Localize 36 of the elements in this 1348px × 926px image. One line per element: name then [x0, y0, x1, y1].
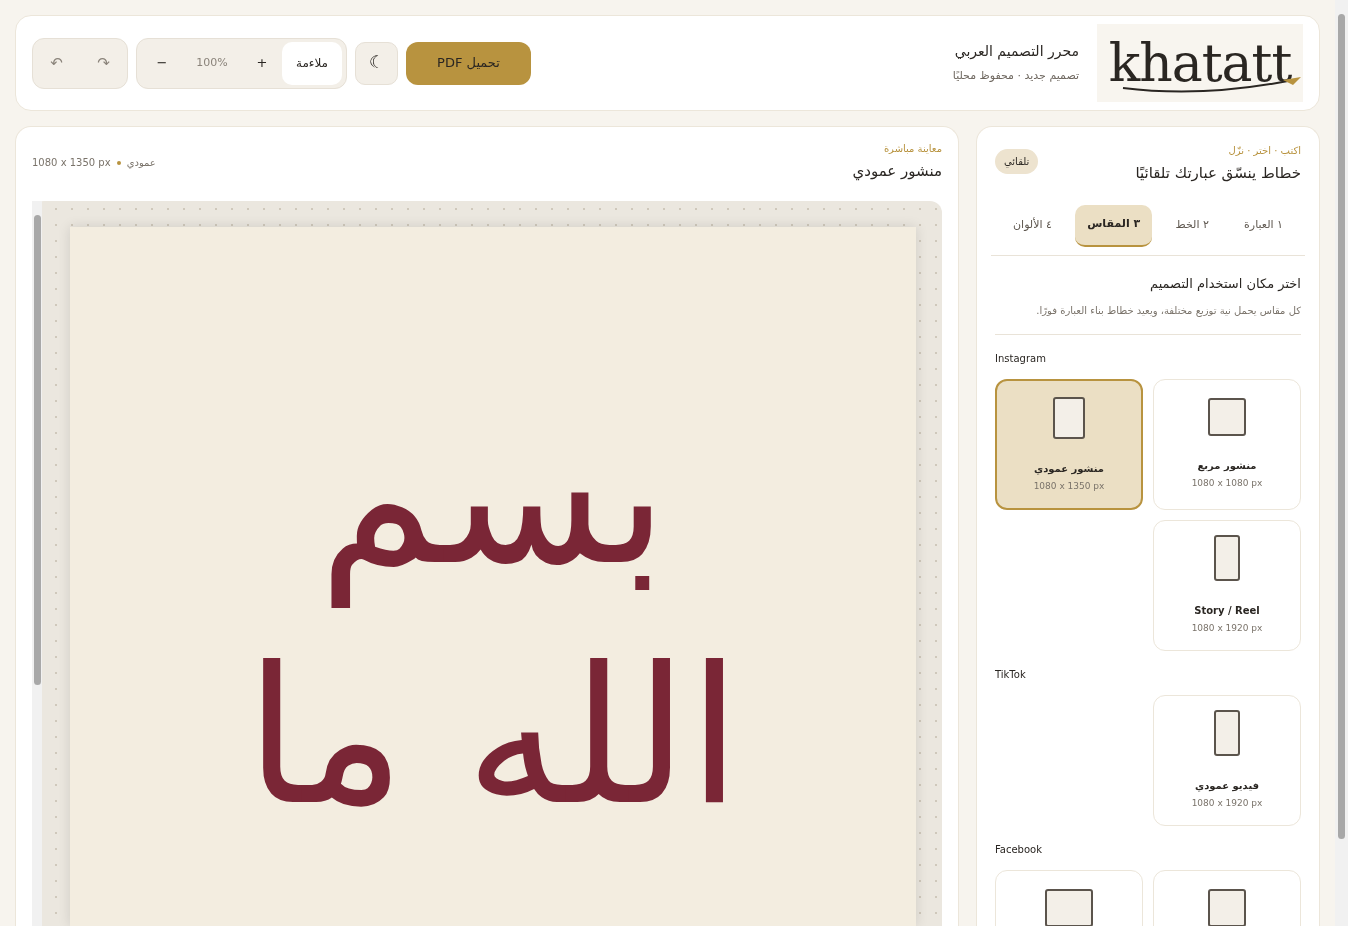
step-tab[interactable]: ٣ المقاس [1075, 204, 1153, 247]
section-title: اختر مكان استخدام التصميم [1149, 274, 1301, 293]
step-tab[interactable]: ٢ الخط [1163, 204, 1221, 247]
format-size: 1080 x 1920 px [1191, 797, 1263, 810]
eyebrow-text: معاينة مباشرة [882, 142, 942, 156]
design-text: بسم [318, 384, 668, 610]
group-label: Instagram [995, 352, 1047, 366]
fit-button[interactable]: ملاءمة [282, 41, 342, 85]
zoom-level: 100% [195, 54, 229, 71]
preview-title: منشور عمودي [852, 161, 942, 183]
format-size: 1080 x 1920 px [1191, 622, 1263, 635]
mode-badge: تلقائي [995, 149, 1039, 174]
eyebrow-text: اكتب · اختر · نزّل [1227, 144, 1301, 158]
group-label: Facebook [995, 843, 1043, 857]
format-size: 1080 x 1080 px [1191, 477, 1263, 490]
format-label: Story / Reel [1194, 604, 1260, 618]
format-card[interactable]: Story / Reel 1080 x 1920 px [1153, 520, 1301, 651]
format-label: منشور عمودي [1033, 462, 1105, 476]
format-size: 1080 x 1350 px [1033, 480, 1105, 493]
app-title: محرر التصميم العربي [953, 42, 1079, 62]
zoom-out-button[interactable]: − [144, 41, 180, 85]
format-label: فيديو عمودي [1195, 779, 1259, 793]
step-tab[interactable]: ١ العبارة [1232, 204, 1295, 247]
group-label: TikTok [995, 668, 1027, 682]
theme-toggle-button[interactable]: ☾ [355, 41, 398, 85]
app-subtitle: تصميم جديد · محفوظ محليًا [952, 68, 1079, 85]
logo: khatatt [1097, 24, 1303, 102]
format-label: منشور مربع [1197, 459, 1257, 473]
design-text: الله ما [245, 624, 741, 849]
panel-title: خطاط ينسّق عبارتك تلقائيًا [1135, 163, 1301, 184]
orientation-label: عمودي [126, 156, 156, 170]
section-description: كل مقاس يحمل نية توزيع مختلفة، ويعيد خطاط بناء العبارة فورًا. [995, 301, 1301, 335]
canvas-size: 1080 x 1350 px [32, 156, 111, 170]
download-pdf-button[interactable]: تحميل PDF [406, 41, 531, 85]
step-tab[interactable]: ٤ الألوان [1001, 204, 1064, 247]
zoom-in-button[interactable]: + [244, 41, 280, 85]
